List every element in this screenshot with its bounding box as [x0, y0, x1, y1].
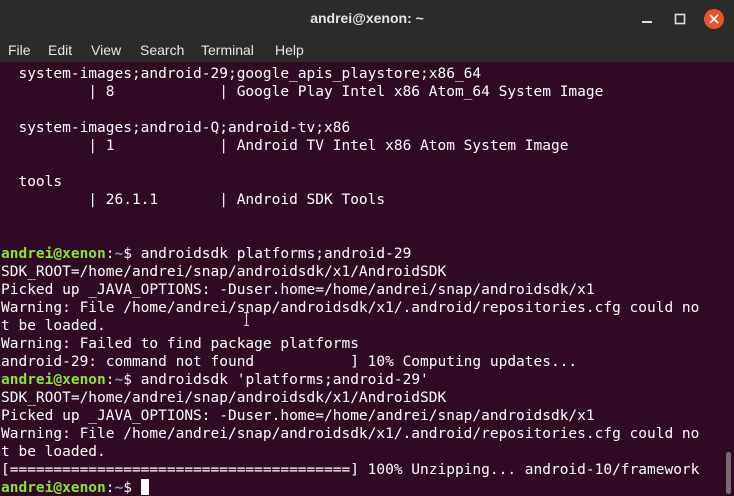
- text-cursor-icon: [244, 312, 249, 326]
- output-line: [=======================================…: [1, 461, 723, 479]
- output-line: Picked up _JAVA_OPTIONS: -Duser.home=/ho…: [1, 407, 723, 425]
- output-text: tools: [1, 174, 63, 190]
- output-line: system-images;android-Q;android-tv;x86: [1, 119, 723, 137]
- output-line: Warning: Failed to find package platform…: [1, 335, 723, 353]
- output-line: | 8 | Google Play Intel x86 Atom_64 Syst…: [1, 83, 723, 101]
- window-title: andrei@xenon: ~: [310, 10, 424, 26]
- output-line: SDK_ROOT=/home/andrei/snap/androidsdk/x1…: [1, 389, 723, 407]
- prompt-symbol: $: [123, 372, 141, 388]
- prompt-separator: :: [105, 246, 115, 262]
- output-line: android-29: command not found ] 10% Comp…: [1, 353, 723, 371]
- output-line: Picked up _JAVA_OPTIONS: -Duser.home=/ho…: [1, 281, 723, 299]
- output-line: SDK_ROOT=/home/andrei/snap/androidsdk/x1…: [1, 263, 723, 281]
- command-text: androidsdk 'platforms;android-29': [140, 372, 429, 388]
- output-text: android-29: command not found ] 10% Comp…: [1, 354, 578, 370]
- prompt-user: andrei@xenon: [1, 246, 106, 262]
- output-text: Warning: Failed to find package platform…: [1, 336, 359, 352]
- terminal-output[interactable]: system-images;android-29;google_apis_pla…: [1, 65, 723, 496]
- output-text: Picked up _JAVA_OPTIONS: -Duser.home=/ho…: [1, 282, 595, 298]
- menu-help[interactable]: Help: [275, 42, 304, 58]
- prompt-separator: :: [105, 480, 115, 496]
- prompt-path: ~: [114, 246, 124, 262]
- command-text: androidsdk platforms;android-29: [140, 246, 412, 262]
- output-line: Warning: File /home/andrei/snap/androids…: [1, 299, 723, 317]
- prompt-path: ~: [114, 372, 124, 388]
- output-text: Warning: File /home/andrei/snap/androids…: [1, 426, 700, 442]
- minimize-icon: [642, 21, 652, 23]
- scrollbar[interactable]: [726, 452, 731, 494]
- output-text: Picked up _JAVA_OPTIONS: -Duser.home=/ho…: [1, 408, 595, 424]
- maximize-button[interactable]: [670, 9, 690, 29]
- output-line: Warning: File /home/andrei/snap/androids…: [1, 425, 723, 443]
- menu-search[interactable]: Search: [140, 42, 184, 58]
- terminal-cursor: [140, 479, 149, 495]
- prompt-path: ~: [114, 480, 124, 496]
- close-icon: [709, 14, 719, 24]
- menu-bar: File Edit View Search Terminal Help: [0, 38, 734, 62]
- output-text: t be loaded.: [1, 318, 106, 334]
- output-line: t be loaded.: [1, 443, 723, 461]
- terminal-window: andrei@xenon: ~ File Edit View Search Te…: [0, 0, 734, 496]
- output-text: | 1 | Android TV Intel x86 Atom System I…: [1, 138, 569, 154]
- prompt-user: andrei@xenon: [1, 372, 106, 388]
- prompt-separator: :: [105, 372, 115, 388]
- minimize-button[interactable]: [637, 9, 657, 29]
- prompt-line: andrei@xenon:~$ androidsdk 'platforms;an…: [1, 371, 723, 389]
- close-button[interactable]: [704, 9, 724, 29]
- output-text: system-images;android-Q;android-tv;x86: [1, 120, 351, 136]
- menu-edit[interactable]: Edit: [48, 42, 72, 58]
- output-text: [=======================================…: [1, 462, 700, 478]
- maximize-icon: [674, 13, 686, 25]
- title-bar[interactable]: andrei@xenon: ~: [0, 0, 734, 38]
- output-text: t be loaded.: [1, 444, 106, 460]
- prompt-symbol: $: [123, 480, 141, 496]
- menu-view[interactable]: View: [91, 42, 121, 58]
- menu-terminal[interactable]: Terminal: [201, 42, 254, 58]
- output-text: system-images;android-29;google_apis_pla…: [1, 66, 482, 82]
- output-line: system-images;android-29;google_apis_pla…: [1, 65, 723, 83]
- output-line: tools: [1, 173, 723, 191]
- prompt-line: andrei@xenon:~$: [1, 479, 723, 496]
- output-line: | 26.1.1 | Android SDK Tools: [1, 191, 723, 209]
- output-text: | 26.1.1 | Android SDK Tools: [1, 192, 386, 208]
- output-text: | 8 | Google Play Intel x86 Atom_64 Syst…: [1, 84, 604, 100]
- output-text: Warning: File /home/andrei/snap/androids…: [1, 300, 700, 316]
- prompt-symbol: $: [123, 246, 141, 262]
- output-text: SDK_ROOT=/home/andrei/snap/androidsdk/x1…: [1, 390, 447, 406]
- output-text: SDK_ROOT=/home/andrei/snap/androidsdk/x1…: [1, 264, 447, 280]
- output-line: | 1 | Android TV Intel x86 Atom System I…: [1, 137, 723, 155]
- menu-file[interactable]: File: [8, 42, 31, 58]
- output-line: t be loaded.: [1, 317, 723, 335]
- prompt-user: andrei@xenon: [1, 480, 106, 496]
- prompt-line: andrei@xenon:~$ androidsdk platforms;and…: [1, 245, 723, 263]
